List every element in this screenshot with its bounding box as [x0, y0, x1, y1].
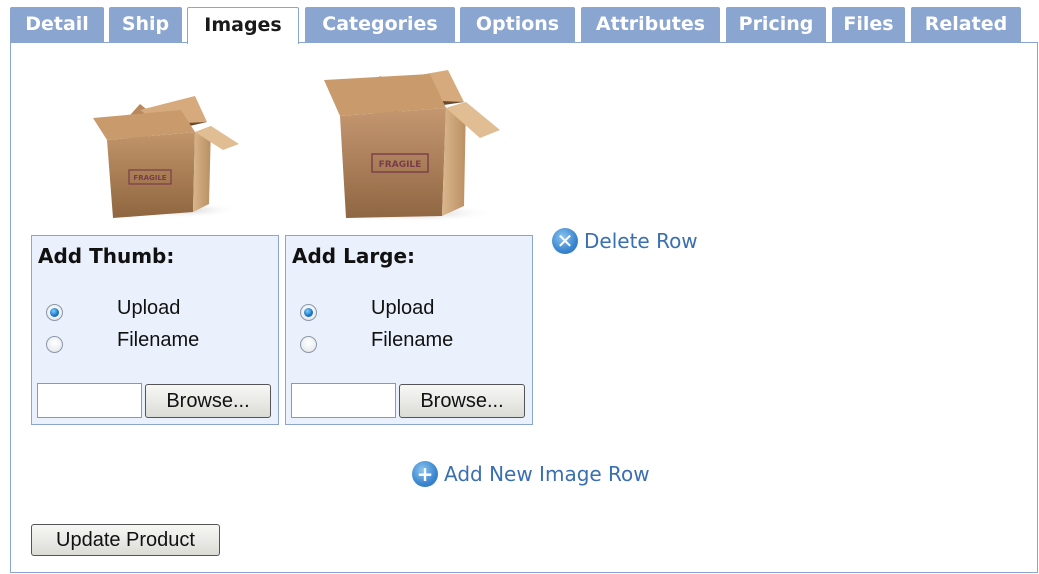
add-thumb-box: Add Thumb: Upload Filename Browse...	[31, 235, 279, 425]
thumb-image: FRAGILE	[93, 96, 240, 218]
thumb-browse-button[interactable]: Browse...	[145, 384, 271, 418]
thumb-filename-label: Filename	[117, 329, 200, 351]
add-thumb-title: Add Thumb:	[38, 244, 175, 268]
delete-row-label: Delete Row	[584, 229, 698, 253]
large-file-input[interactable]	[291, 383, 396, 418]
thumb-upload-radio[interactable]	[46, 304, 63, 321]
thumb-upload-label: Upload	[117, 297, 181, 319]
thumb-filename-radio[interactable]	[46, 336, 63, 353]
add-large-box: Add Large: Upload Filename Browse...	[285, 235, 533, 425]
tab-images[interactable]: Images	[187, 7, 299, 44]
add-image-row-label: Add New Image Row	[444, 462, 650, 486]
large-filename-radio[interactable]	[300, 336, 317, 353]
svg-text:FRAGILE: FRAGILE	[133, 174, 166, 182]
update-product-button[interactable]: Update Product	[31, 524, 220, 556]
tab-ship[interactable]: Ship	[109, 7, 182, 42]
thumb-file-input[interactable]	[37, 383, 142, 418]
large-upload-label: Upload	[371, 297, 435, 319]
tab-related[interactable]: Related	[911, 7, 1021, 42]
delete-row-link[interactable]: ✕ Delete Row	[552, 227, 698, 256]
tab-bar: Detail Ship Images Categories Options At…	[10, 7, 1039, 44]
large-upload-radio[interactable]	[300, 304, 317, 321]
large-image: FRAGILE	[324, 70, 500, 222]
tab-files[interactable]: Files	[832, 7, 905, 42]
delete-circle-icon: ✕	[552, 227, 578, 254]
tab-detail[interactable]: Detail	[10, 7, 104, 42]
add-large-title: Add Large:	[292, 244, 416, 268]
large-browse-button[interactable]: Browse...	[399, 384, 525, 418]
tab-categories[interactable]: Categories	[305, 7, 455, 42]
tab-options[interactable]: Options	[460, 7, 575, 42]
tab-attributes[interactable]: Attributes	[581, 7, 720, 42]
svg-text:FRAGILE: FRAGILE	[379, 160, 422, 170]
tab-pricing[interactable]: Pricing	[726, 7, 826, 42]
add-circle-icon: +	[412, 460, 438, 487]
add-image-row-link[interactable]: + Add New Image Row	[412, 460, 650, 489]
large-filename-label: Filename	[371, 329, 454, 351]
